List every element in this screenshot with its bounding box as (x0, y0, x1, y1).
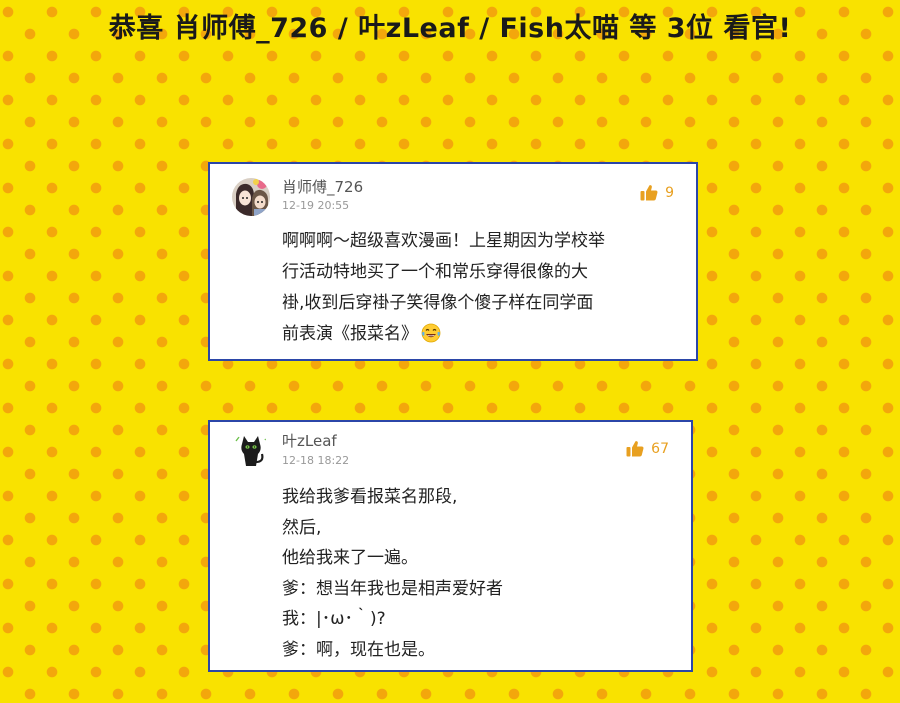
black-cat-avatar-icon (232, 432, 270, 470)
comment-line: 我：|･ω･｀)? (282, 609, 386, 629)
thumbs-up-icon (626, 441, 644, 457)
comment-line-with-emoji: 前表演《报菜名》 (282, 319, 682, 350)
like-button[interactable]: 67 (626, 440, 669, 457)
comment-card: 肖师傅_726 12-19 20:55 9 啊啊啊～超级喜欢漫画！上星期因为学校… (208, 162, 698, 361)
user-avatar[interactable] (232, 432, 270, 470)
like-button[interactable]: 9 (640, 184, 674, 201)
like-count: 67 (651, 440, 669, 457)
comment-line: 我给我爹看报菜名那段, (282, 487, 458, 507)
username[interactable]: 叶zLeaf (282, 430, 337, 451)
comment-line: 褂,收到后穿褂子笑得像个傻子样在同学面 (282, 293, 594, 313)
laughing-tears-emoji-icon (421, 323, 441, 343)
comment-line: 啊啊啊～超级喜欢漫画！上星期因为学校举 (282, 231, 605, 251)
comment-card: 叶zLeaf 12-18 18:22 67 我给我爹看报菜名那段, 然后, 他给… (208, 420, 693, 672)
comment-timestamp: 12-18 18:22 (282, 454, 350, 467)
comment-timestamp: 12-19 20:55 (282, 199, 350, 212)
congratulations-headline: 恭喜 肖师傅_726 / 叶zLeaf / Fish太喵 等 3位 看官! (108, 13, 792, 44)
comment-line: 行活动特地买了一个和常乐穿得很像的大 (282, 262, 588, 282)
comment-line: 爹：啊，现在也是。 (282, 639, 435, 660)
anime-couple-avatar-icon (232, 178, 270, 216)
comment-line: 爹：想当年我也是相声爱好者 (282, 578, 503, 599)
like-count: 9 (665, 184, 674, 201)
thumbs-up-icon (640, 185, 658, 201)
user-avatar[interactable] (232, 178, 270, 216)
comment-line: 他给我来了一遍。 (282, 548, 418, 568)
comment-line: 然后, (282, 517, 322, 538)
comment-text: 啊啊啊～超级喜欢漫画！上星期因为学校举 行活动特地买了一个和常乐穿得很像的大 褂… (282, 226, 682, 350)
username[interactable]: 肖师傅_726 (282, 176, 363, 197)
comment-line: 前表演《报菜名》 (282, 324, 418, 344)
comment-text: 我给我爹看报菜名那段, 然后, 他给我来了一遍。 爹：想当年我也是相声爱好者 我… (282, 482, 682, 665)
